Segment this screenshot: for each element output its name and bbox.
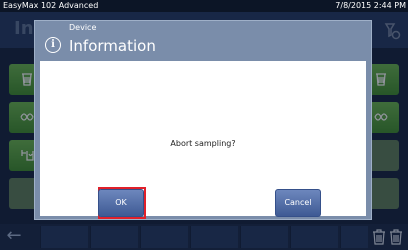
cancel-button[interactable]: Cancel bbox=[275, 189, 321, 217]
dialog-message: Abort sampling? bbox=[170, 139, 236, 148]
dialog-title: Information bbox=[69, 37, 156, 55]
dialog-category: Device bbox=[69, 23, 97, 32]
app-title: EasyMax 102 Advanced bbox=[3, 1, 99, 10]
info-icon: i bbox=[45, 37, 61, 53]
information-dialog: Device i Information Abort sampling? OK … bbox=[34, 20, 372, 220]
status-bar: EasyMax 102 Advanced 7/8/2015 2:44 PM bbox=[0, 0, 408, 12]
dialog-header: i Information bbox=[35, 35, 371, 61]
clock: 7/8/2015 2:44 PM bbox=[335, 1, 406, 10]
ok-button[interactable]: OK bbox=[98, 189, 144, 217]
